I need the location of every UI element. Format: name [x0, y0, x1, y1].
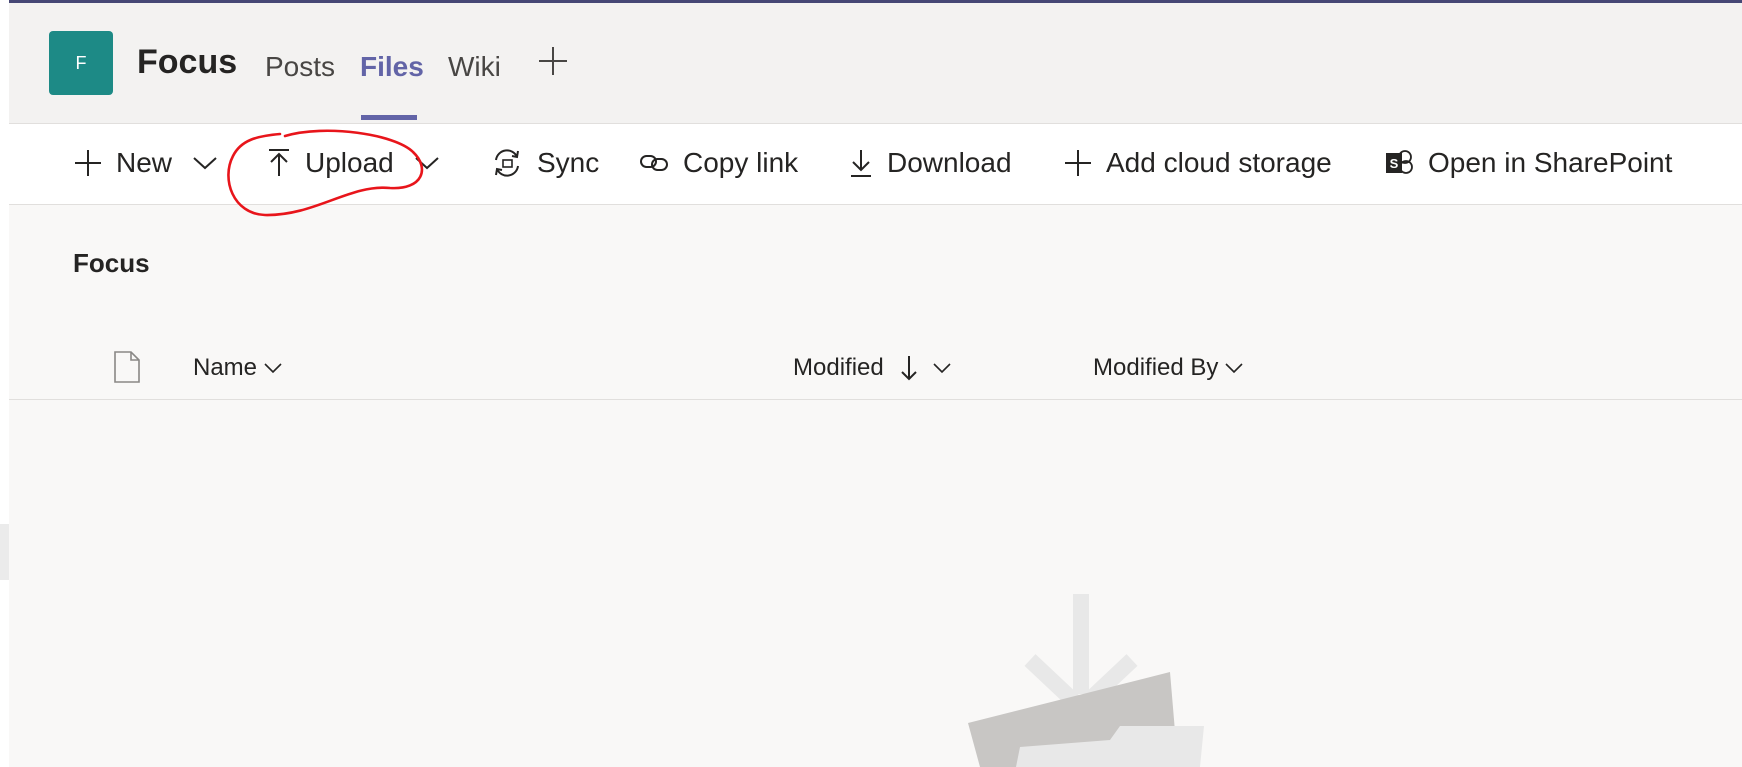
- open-in-sharepoint-button[interactable]: S Open in SharePoint: [1384, 142, 1672, 184]
- empty-folder-illustration: [968, 594, 1204, 767]
- upload-button[interactable]: Upload: [267, 142, 440, 184]
- download-label: Download: [887, 147, 1012, 178]
- chevron-down-icon: [193, 157, 217, 170]
- left-rail-handle: [0, 524, 9, 580]
- team-avatar[interactable]: F: [49, 31, 113, 95]
- upload-icon: [269, 149, 289, 176]
- add-cloud-storage-button[interactable]: Add cloud storage: [1064, 142, 1332, 184]
- column-modified[interactable]: Modified: [793, 354, 952, 382]
- team-name: Focus: [137, 43, 238, 81]
- left-rail: [0, 0, 9, 767]
- download-button[interactable]: Download: [849, 142, 1012, 184]
- chevron-down-icon: [415, 157, 439, 170]
- column-modified-label: Modified: [793, 354, 884, 381]
- chevron-down-icon: [264, 363, 282, 374]
- sharepoint-icon: S: [1386, 150, 1413, 174]
- upload-label: Upload: [305, 147, 394, 178]
- add-icon: [1065, 150, 1091, 176]
- active-tab-indicator: [361, 115, 417, 120]
- tab-wiki[interactable]: Wiki: [448, 51, 501, 83]
- sort-down-arrow-icon: [901, 356, 917, 381]
- file-list-header: Name Modified Modified By: [9, 340, 1742, 400]
- column-modified-by-label: Modified By: [1093, 354, 1219, 381]
- tab-posts[interactable]: Posts: [265, 51, 335, 83]
- chevron-down-icon: [1225, 363, 1243, 374]
- column-name[interactable]: Name: [193, 354, 283, 382]
- channel-header: F Focus Posts Files Wiki: [9, 3, 1742, 124]
- add-icon: [75, 150, 101, 176]
- new-button[interactable]: New: [74, 142, 218, 184]
- team-avatar-initial: F: [75, 52, 87, 73]
- link-icon: [640, 155, 668, 171]
- sync-button[interactable]: Sync: [491, 142, 599, 184]
- open-in-sharepoint-label: Open in SharePoint: [1428, 147, 1673, 178]
- svg-text:S: S: [1390, 156, 1399, 171]
- add-cloud-storage-label: Add cloud storage: [1106, 147, 1332, 178]
- copy-link-label: Copy link: [683, 147, 799, 178]
- column-modified-by[interactable]: Modified By: [1093, 354, 1244, 382]
- files-toolbar: New Upload Sync Copy link Download Add c…: [9, 124, 1742, 205]
- sync-label: Sync: [537, 147, 600, 178]
- new-label: New: [116, 147, 173, 178]
- add-tab-icon[interactable]: [537, 45, 569, 77]
- library-title: Focus: [73, 248, 150, 278]
- copy-link-button[interactable]: Copy link: [639, 142, 798, 184]
- chevron-down-icon: [933, 363, 951, 374]
- download-icon: [851, 150, 871, 177]
- tab-files[interactable]: Files: [360, 51, 424, 83]
- sync-icon: [495, 149, 519, 177]
- column-name-label: Name: [193, 354, 258, 381]
- file-icon[interactable]: [113, 350, 141, 384]
